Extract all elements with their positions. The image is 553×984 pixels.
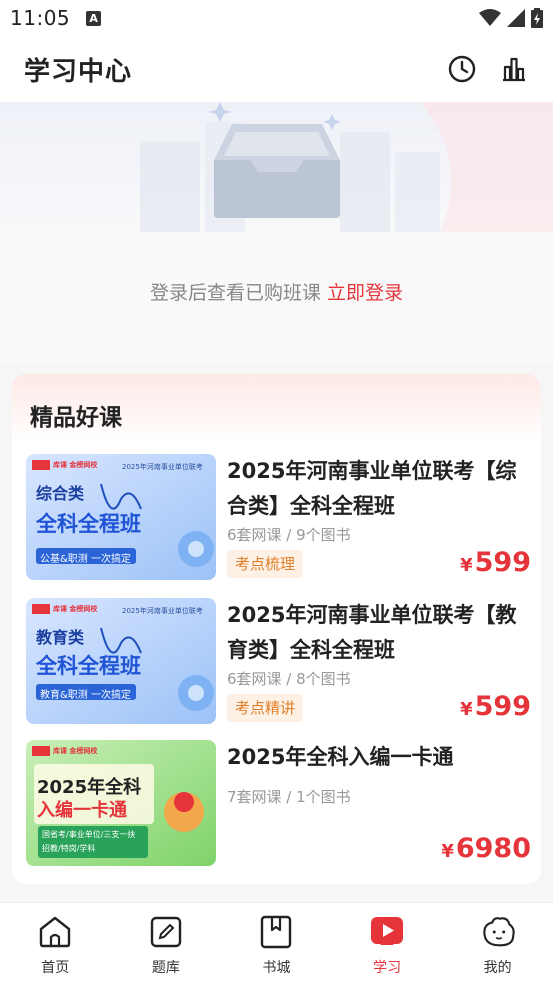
course-thumbnail: 库课 金榜网校 2025年河南事业单位联考 教育类 全科全程班 教育&职测 一次…	[26, 598, 216, 724]
signal-icon	[507, 9, 525, 27]
course-meta: 6套网课 / 9个图书	[227, 526, 351, 544]
bottom-tab-bar: 首页 题库 书城 学习 我的	[0, 902, 553, 984]
bar-chart-icon[interactable]	[499, 54, 529, 84]
battery-icon	[531, 8, 543, 28]
course-tag: 考点精讲	[227, 694, 304, 722]
course-price: ¥599	[460, 547, 531, 578]
thumb-headline: 全科全程班	[36, 654, 141, 678]
tab-bookstore[interactable]: 书城	[221, 903, 332, 984]
empty-message: 登录后查看已购班课 立即登录	[0, 278, 553, 305]
course-price: ¥599	[460, 691, 531, 722]
thumb-exam: 2025年河南事业单位联考	[122, 463, 203, 471]
empty-message-text: 登录后查看已购班课	[149, 282, 321, 304]
login-link[interactable]: 立即登录	[327, 282, 403, 304]
tab-label: 我的	[483, 960, 512, 976]
course-title: 2025年河南事业单位联考【综合类】全科全程班	[227, 459, 517, 518]
tab-label: 书城	[262, 960, 291, 976]
tab-home[interactable]: 首页	[0, 903, 111, 984]
thumb-sub1: 国省考/事业单位/三支一扶	[42, 830, 136, 839]
tab-label: 首页	[41, 960, 70, 976]
status-indicators	[479, 8, 543, 28]
course-item[interactable]: 库课 金榜网校 2025年全科 入编一卡通 国省考/事业单位/三支一扶 招教/特…	[26, 740, 531, 868]
featured-courses-card: 精品好课 库课 金榜网校 2025年河南事业单位联考 综合类 全科全程班 公基&…	[12, 374, 541, 884]
tab-profile[interactable]: 我的	[442, 903, 553, 984]
thumb-brand: 库课 金榜网校	[53, 605, 98, 613]
thumb-headline: 全科全程班	[36, 512, 141, 536]
course-price: ¥6980	[441, 833, 531, 864]
thumb-line2: 入编一卡通	[37, 800, 127, 821]
course-item[interactable]: 库课 金榜网校 2025年河南事业单位联考 综合类 全科全程班 公基&职测 一次…	[26, 454, 531, 582]
wifi-icon	[479, 9, 501, 26]
page-title: 学习中心	[24, 56, 133, 87]
course-thumbnail: 库课 金榜网校 2025年河南事业单位联考 综合类 全科全程班 公基&职测 一次…	[26, 454, 216, 580]
empty-state: 登录后查看已购班课 立即登录	[0, 102, 553, 362]
thumb-slogan: 公基&职测 一次搞定	[40, 554, 131, 565]
status-time: 11:05	[10, 6, 71, 30]
thumb-brand: 库课 金榜网校	[53, 747, 98, 755]
edit-icon	[147, 913, 185, 951]
home-icon	[36, 913, 74, 951]
thumb-exam: 2025年河南事业单位联考	[122, 607, 203, 615]
thumb-category: 教育类	[36, 628, 85, 647]
mascot-icon	[479, 913, 517, 951]
empty-box-illustration	[0, 102, 553, 232]
notification-icon: A	[86, 10, 102, 26]
tab-question-bank[interactable]: 题库	[111, 903, 222, 984]
thumb-sub2: 招教/特岗/学科	[42, 844, 96, 853]
course-title: 2025年全科入编一卡通	[227, 745, 454, 769]
play-icon	[368, 913, 406, 951]
status-bar: 11:05 A	[0, 0, 553, 36]
thumb-slogan: 教育&职测 一次搞定	[40, 690, 131, 701]
bookmark-icon	[257, 913, 295, 951]
app-header: 学习中心	[0, 36, 553, 102]
course-meta: 6套网课 / 8个图书	[227, 670, 351, 688]
course-tag: 考点梳理	[227, 550, 304, 578]
thumb-brand: 库课 金榜网校	[53, 461, 98, 469]
clock-icon[interactable]	[447, 54, 477, 84]
tab-study[interactable]: 学习	[332, 903, 443, 984]
course-meta: 7套网课 / 1个图书	[227, 788, 351, 806]
course-title: 2025年河南事业单位联考【教育类】全科全程班	[227, 603, 517, 662]
section-title: 精品好课	[30, 405, 122, 431]
thumb-category: 综合类	[36, 484, 85, 503]
course-item[interactable]: 库课 金榜网校 2025年河南事业单位联考 教育类 全科全程班 教育&职测 一次…	[26, 598, 531, 726]
course-thumbnail: 库课 金榜网校 2025年全科 入编一卡通 国省考/事业单位/三支一扶 招教/特…	[26, 740, 216, 866]
tab-label: 学习	[373, 960, 402, 976]
tab-label: 题库	[151, 960, 180, 976]
